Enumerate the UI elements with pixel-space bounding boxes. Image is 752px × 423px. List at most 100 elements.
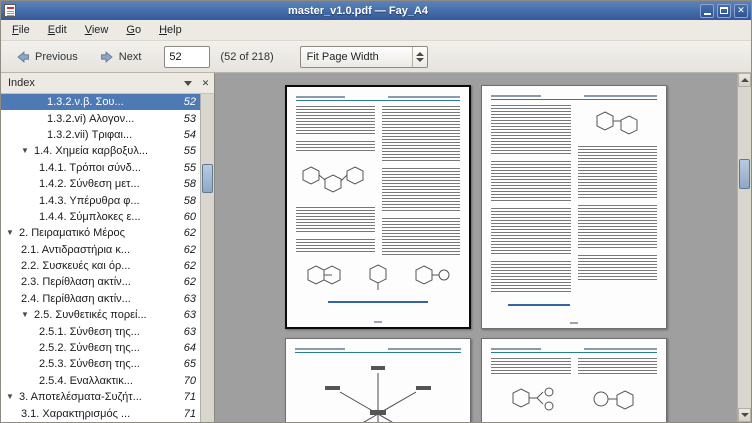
text-lines [491,261,571,294]
titlebar[interactable]: master_v1.0.pdf — Fay_A4 [1,1,751,20]
pdf-page-next[interactable] [481,85,667,329]
sidebar-close-button[interactable] [197,73,214,93]
text-lines [491,161,571,203]
index-entry[interactable]: 1.4.4. Σύμπλοκες ε... 60 [1,209,200,225]
page-text-columns [491,105,657,301]
expander-triangle-icon[interactable] [6,229,19,237]
sidebar-header: Index [1,73,214,94]
index-entry[interactable]: 2.5. Συνθετικές πορεί... 63 [1,307,200,323]
menu-item[interactable]: Edit [39,20,76,40]
index-entry[interactable]: 2.5.1. Σύνθεση της... 63 [1,323,200,339]
page-text-column [578,105,658,301]
expander-triangle-icon[interactable] [6,393,19,401]
zoom-level-combobox[interactable]: Fit Page Width [300,46,428,68]
index-entry[interactable]: 2. Πειραματικό Μέρος 62 [1,225,200,241]
page-text-columns [296,106,460,256]
index-entry[interactable]: 2.4. Περίθλαση ακτίν... 63 [1,291,200,307]
index-entry-page: 70 [178,375,200,387]
index-entry-label: 3.1. Χαρακτηρισμός ... [21,408,130,420]
expander-triangle-icon[interactable] [21,147,34,155]
toolbar: Previous Next (52 of 218) Fit Page Width [1,41,751,73]
index-entry-page: 58 [178,195,200,207]
index-entry-label: 2.5.3. Σύνθεση της... [39,358,140,370]
zoom-level-value: Fit Page Width [301,47,412,67]
sidebar-scrollbar[interactable] [200,94,214,422]
structure-figure [412,261,452,293]
sidebar-view-selector[interactable]: Index [1,73,197,93]
index-panel: 1.3.2.ν.β. Σου... 52 1.3.2.vi) Αλογον...… [1,94,214,422]
index-entry[interactable]: 2.3. Περίθλαση ακτίν... 62 [1,274,200,290]
index-entry-label: 1.4.2. Σύνθεση μετ... [39,178,140,190]
pdf-page-below-left[interactable] [285,338,471,422]
text-lines [382,106,461,163]
page-header-rule [296,94,460,101]
index-entry[interactable]: 1.4.3. Υπέρυθρα φ... 58 [1,192,200,208]
sidebar-scrollbar-thumb[interactable] [202,164,213,193]
page-text-column [382,106,461,256]
close-button[interactable] [734,4,748,18]
structure-figure [304,261,344,293]
text-lines [382,218,461,256]
next-button[interactable]: Next [91,45,151,69]
window-controls [700,4,748,18]
index-entry-label: 2.5.4. Εναλλακτικ... [39,375,133,387]
scrollbar-thumb[interactable] [739,159,750,189]
index-entry[interactable]: 3. Αποτελέσματα-Συζήτ... 71 [1,389,200,405]
pdf-page-current[interactable] [285,85,471,329]
index-entry-label: 2.5.2. Σύνθεση της... [39,342,140,354]
document-area[interactable] [215,73,737,422]
index-entry-page: 65 [178,358,200,370]
index-entry-label: 1.3.2.vi) Αλογον... [47,113,134,125]
index-entry-label: 1.4.3. Υπέρυθρα φ... [39,195,140,207]
index-entry-label: 1.3.2.ν.β. Σου... [47,96,124,108]
page-row [215,85,737,329]
document-scrollbar[interactable] [737,73,751,422]
down-arrow-icon [741,413,749,417]
index-entry[interactable]: 3.1. Χαρακτηρισμός ... 71 [1,405,200,421]
window-title: master_v1.0.pdf — Fay_A4 [20,5,696,17]
index-entry-label: 1.3.2.vii) Τριφαι... [47,129,132,141]
scroll-up-button[interactable] [738,73,751,87]
pdf-page-below-right[interactable] [481,338,667,422]
up-arrow-icon [741,78,749,82]
index-entry[interactable]: 1.3.2.ν.β. Σου... 52 [1,94,200,110]
scroll-down-button[interactable] [738,408,751,422]
text-lines [578,255,658,282]
index-entry-label: 2.5. Συνθετικές πορεί... [34,309,147,321]
index-entry[interactable]: 1.4.1. Τρόποι σύνδ... 55 [1,160,200,176]
previous-button[interactable]: Previous [7,45,87,69]
minimize-button[interactable] [700,4,714,18]
text-lines [491,358,571,376]
index-entry[interactable]: 1.4.2. Σύνθεση μετ... 58 [1,176,200,192]
index-entry[interactable]: 1.3.2.vi) Αλογον... 53 [1,110,200,126]
menu-item[interactable]: Go [117,20,150,40]
index-entry-page: 62 [178,276,200,288]
index-entry-page: 71 [178,408,200,420]
index-entry[interactable]: 1.3.2.vii) Τριφαι... 54 [1,127,200,143]
index-entry[interactable]: 2.2. Συσκευές και όρ... 62 [1,258,200,274]
menu-item[interactable]: Help [150,20,191,40]
menu-item[interactable]: File [3,20,39,40]
scrollbar-track[interactable] [738,87,751,408]
page-number-mark [374,321,382,323]
previous-label: Previous [35,51,78,63]
index-entry-page: 52 [178,96,200,108]
index-tree: 1.3.2.ν.β. Σου... 52 1.3.2.vi) Αλογον...… [1,94,200,422]
maximize-button[interactable] [717,4,731,18]
text-lines [296,141,375,153]
index-entry[interactable]: 2.1. Αντιδραστήρια κ... 62 [1,242,200,258]
index-entry[interactable]: 2.5.4. Εναλλακτικ... 70 [1,373,200,389]
index-entry[interactable]: 2.5.3. Σύνθεση της... 65 [1,356,200,372]
index-entry-page: 63 [178,309,200,321]
index-entry-label: 1.4.4. Σύμπλοκες ε... [39,211,141,223]
index-entry-label: 2.1. Αντιδραστήρια κ... [21,244,130,256]
menu-item[interactable]: View [76,20,118,40]
text-lines [578,358,658,376]
page-number-input[interactable] [164,46,210,68]
index-entry[interactable]: 2.5.2. Σύνθεση της... 64 [1,340,200,356]
expander-triangle-icon[interactable] [21,311,34,319]
index-entry[interactable]: 1.4. Χημεία καρβοξυλ... 55 [1,143,200,159]
page-text-columns [491,358,657,379]
text-lines [578,146,658,200]
index-entry-page: 54 [178,129,200,141]
